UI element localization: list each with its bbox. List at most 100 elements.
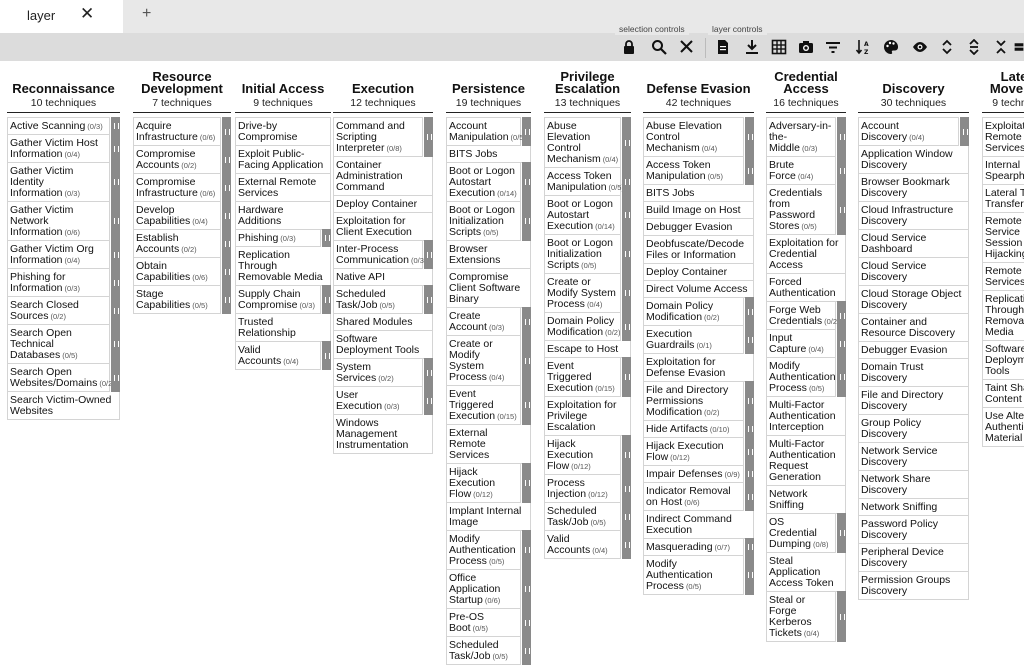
technique-cell[interactable]: Abuse Elevation Control Mechanism (0/4) <box>544 117 631 168</box>
technique-cell[interactable]: Search Closed Sources (0/2) <box>7 296 120 325</box>
expand-subtechniques-handle[interactable] <box>424 386 433 415</box>
expand-subtechniques-handle[interactable] <box>745 156 754 185</box>
expand-subtechniques-handle[interactable] <box>522 201 531 241</box>
technique-cell[interactable]: Software Deployment Tools <box>333 331 433 359</box>
technique-cell[interactable]: Command and Scripting Interpreter (0/8) <box>333 117 433 157</box>
technique-cell[interactable]: Steal or Forge Kerberos Tickets (0/4) <box>766 591 846 642</box>
layer-info-icon[interactable] <box>712 36 734 58</box>
technique-cell[interactable]: File and Directory Discovery <box>858 387 969 415</box>
technique-cell[interactable]: Active Scanning (0/3) <box>7 117 120 135</box>
technique-cell[interactable]: Indicator Removal on Host (0/6) <box>643 482 754 511</box>
tactic-header[interactable]: Lateral Movement9 techniques <box>982 70 1024 109</box>
expand-subtechniques-handle[interactable] <box>745 420 754 438</box>
technique-cell[interactable]: BITS Jobs <box>643 185 754 202</box>
expand-subtechniques-handle[interactable] <box>111 134 120 163</box>
expand-subtechniques-handle[interactable] <box>111 363 120 392</box>
technique-cell[interactable]: Deploy Container <box>643 264 754 281</box>
technique-cell[interactable]: Exploitation for Defense Evasion <box>643 354 754 382</box>
close-icon[interactable]: ✕ <box>80 5 94 22</box>
tactic-header[interactable]: Defense Evasion 42 techniques <box>643 71 754 109</box>
technique-cell[interactable]: Create or Modify System Process (0/4) <box>446 335 531 386</box>
technique-cell[interactable]: Search Open Technical Databases (0/5) <box>7 324 120 364</box>
expand-subtechniques-handle[interactable] <box>837 591 846 642</box>
tactic-header[interactable]: Discovery 30 techniques <box>858 71 969 109</box>
technique-cell[interactable]: Domain Trust Discovery <box>858 359 969 387</box>
technique-cell[interactable]: Boot or Logon Autostart Execution (0/14) <box>446 162 531 202</box>
expand-subtechniques-handle[interactable] <box>222 285 231 314</box>
expand-subtechniques-handle[interactable] <box>522 335 531 386</box>
technique-cell[interactable]: Windows Management Instrumentation <box>333 415 433 454</box>
expand-subtechniques-handle[interactable] <box>622 234 631 274</box>
technique-cell[interactable]: Password Policy Discovery <box>858 516 969 544</box>
technique-cell[interactable]: Browser Extensions <box>446 241 531 269</box>
technique-cell[interactable]: External Remote Services <box>235 174 331 202</box>
expand-subtechniques-handle[interactable] <box>222 117 231 146</box>
expand-icon[interactable] <box>936 36 958 58</box>
expand-subtechniques-handle[interactable] <box>960 117 969 146</box>
technique-cell[interactable]: Process Injection (0/12) <box>544 474 631 503</box>
technique-cell[interactable]: Valid Accounts (0/4) <box>544 530 631 559</box>
technique-cell[interactable]: Indirect Command Execution <box>643 511 754 539</box>
technique-cell[interactable]: Abuse Elevation Control Mechanism (0/4) <box>643 117 754 157</box>
expand-all-icon[interactable] <box>963 36 985 58</box>
technique-cell[interactable]: Forced Authentication <box>766 274 846 302</box>
expand-subtechniques-handle[interactable] <box>745 465 754 483</box>
technique-cell[interactable]: Office Application Startup (0/6) <box>446 569 531 609</box>
technique-cell[interactable]: Compromise Accounts (0/2) <box>133 145 231 174</box>
technique-cell[interactable]: Gather Victim Host Information (0/4) <box>7 134 120 163</box>
deselect-icon[interactable] <box>676 36 698 58</box>
technique-cell[interactable]: Scheduled Task/Job (0/5) <box>333 285 433 314</box>
technique-cell[interactable]: Browser Bookmark Discovery <box>858 174 969 202</box>
technique-cell[interactable]: Cloud Service Dashboard <box>858 230 969 258</box>
layout-icon[interactable] <box>1014 36 1024 58</box>
technique-cell[interactable]: Supply Chain Compromise (0/3) <box>235 285 331 314</box>
technique-cell[interactable]: Stage Capabilities (0/5) <box>133 285 231 314</box>
technique-cell[interactable]: Impair Defenses (0/9) <box>643 465 754 483</box>
expand-subtechniques-handle[interactable] <box>522 385 531 425</box>
technique-cell[interactable]: Hijack Execution Flow (0/12) <box>446 463 531 503</box>
technique-cell[interactable]: Input Capture (0/4) <box>766 329 846 358</box>
tactic-header[interactable]: Privilege Escalation 13 techniques <box>544 70 631 109</box>
collapse-icon[interactable] <box>990 36 1012 58</box>
palette-icon[interactable] <box>880 36 902 58</box>
technique-cell[interactable]: Credentials from Password Stores (0/5) <box>766 184 846 235</box>
technique-cell[interactable]: Software Deployment Tools <box>982 341 1024 380</box>
technique-cell[interactable]: Internal Spearphishing <box>982 157 1024 185</box>
technique-cell[interactable]: Valid Accounts (0/4) <box>235 341 331 370</box>
technique-cell[interactable]: Exploitation for Client Execution <box>333 213 433 241</box>
expand-subtechniques-handle[interactable] <box>622 474 631 503</box>
tactic-header[interactable]: Reconnaissance 10 techniques <box>7 71 120 109</box>
technique-cell[interactable]: Event Triggered Execution (0/15) <box>446 385 531 425</box>
technique-cell[interactable]: Native API <box>333 269 433 286</box>
expand-subtechniques-handle[interactable] <box>522 608 531 637</box>
technique-cell[interactable]: Use Alternate Authentication Material <box>982 408 1024 447</box>
expand-subtechniques-handle[interactable] <box>837 301 846 330</box>
technique-cell[interactable]: External Remote Services <box>446 425 531 464</box>
technique-cell[interactable]: Create Account (0/3) <box>446 307 531 336</box>
technique-cell[interactable]: Boot or Logon Initialization Scripts (0/5… <box>446 201 531 241</box>
technique-cell[interactable]: Domain Policy Modification (0/2) <box>643 297 754 326</box>
technique-cell[interactable]: Exploit Public-Facing Application <box>235 146 331 174</box>
technique-cell[interactable]: Steal Application Access Token <box>766 553 846 592</box>
tactic-header[interactable]: Execution 12 techniques <box>333 71 433 109</box>
technique-cell[interactable]: Boot or Logon Initialization Scripts (0/5… <box>544 234 631 274</box>
technique-cell[interactable]: Escape to Host <box>544 341 631 358</box>
technique-cell[interactable]: Develop Capabilities (0/4) <box>133 201 231 230</box>
expand-subtechniques-handle[interactable] <box>111 201 120 241</box>
technique-cell[interactable]: Shared Modules <box>333 314 433 331</box>
technique-cell[interactable]: Peripheral Device Discovery <box>858 544 969 572</box>
expand-subtechniques-handle[interactable] <box>622 273 631 313</box>
technique-cell[interactable]: Exploitation for Credential Access <box>766 235 846 274</box>
technique-cell[interactable]: User Execution (0/3) <box>333 386 433 415</box>
technique-cell[interactable]: Access Token Manipulation (0/5) <box>544 167 631 196</box>
expand-subtechniques-handle[interactable] <box>837 117 846 157</box>
technique-cell[interactable]: Exploitation of Remote Services <box>982 117 1024 157</box>
expand-subtechniques-handle[interactable] <box>622 195 631 235</box>
technique-cell[interactable]: Event Triggered Execution (0/15) <box>544 357 631 397</box>
technique-cell[interactable]: Multi-Factor Authentication Request Gene… <box>766 436 846 486</box>
expand-subtechniques-handle[interactable] <box>222 201 231 230</box>
expand-subtechniques-handle[interactable] <box>622 312 631 341</box>
technique-cell[interactable]: Lateral Tool Transfer <box>982 185 1024 213</box>
search-icon[interactable] <box>648 36 670 58</box>
technique-cell[interactable]: Adversary-in-the-Middle (0/3) <box>766 117 846 157</box>
